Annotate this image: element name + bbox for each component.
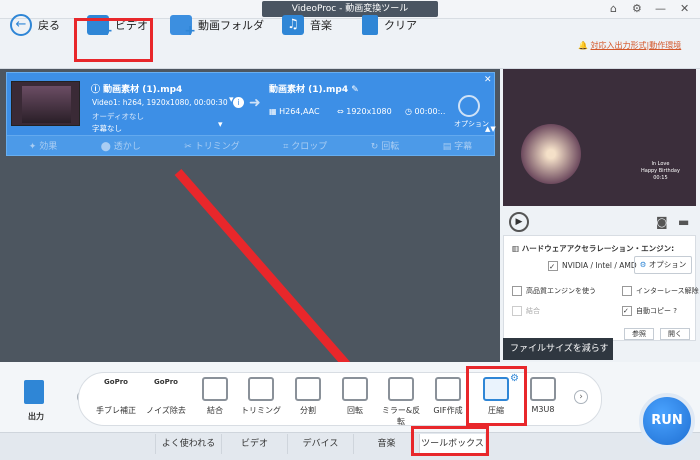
hw-accel-panel: ▥ ハードウェアアクセラレーション・エンジン: ✓ NVIDIA / Intel … [503,235,699,341]
tool-split[interactable]: 分割 [285,377,331,416]
mirror-icon [388,377,414,401]
browse-button[interactable]: 参照 [624,328,654,340]
tab-device[interactable]: デバイス [287,434,353,454]
cake-image [521,124,581,184]
tool-rotate[interactable]: 回転 [332,377,378,416]
run-button[interactable]: RUN [639,393,695,449]
open-button[interactable]: 開く [660,328,690,340]
gopro-stabilize-icon: GoPro [103,377,129,401]
highlight-compress-tool [466,366,527,426]
gopro-denoise-icon: GoPro [153,377,179,401]
tool-stabilize[interactable]: GoPro 手ブレ補正 [93,377,139,416]
hq-engine-checkbox[interactable]: 高品質エンジンを使う [512,286,596,296]
preview-caption: In Love Happy Birthday 00:15 [641,161,680,181]
hw-option-button[interactable]: ⚙ オプション [634,256,692,274]
merge-icon [202,377,228,401]
gif-icon [435,377,461,401]
tool-denoise[interactable]: GoPro ノイズ除去 [143,377,189,416]
next-tools-arrow[interactable]: › [574,390,588,404]
hw-title: ▥ ハードウェアアクセラレーション・エンジン: [512,244,675,253]
output-label: 出力 [28,412,44,421]
deinterlace-checkbox[interactable]: インターレース解除 [622,286,699,296]
highlight-toolbox-tab [411,426,489,456]
tool-gif[interactable]: GIF作成 [425,377,471,416]
tab-music[interactable]: 音楽 [353,434,419,454]
rotate-icon [342,377,368,401]
camera-icon[interactable]: ◙ [656,215,668,229]
play-icon[interactable]: ▶ [509,212,529,232]
checked-icon: ✓ [548,261,558,271]
output-icon[interactable] [24,380,48,408]
gpu-checkbox[interactable]: ✓ NVIDIA / Intel / AMD [548,261,637,271]
m3u8-icon [530,377,556,401]
video-preview: In Love Happy Birthday 00:15 [503,69,696,206]
trim-icon [248,377,274,401]
tool-merge[interactable]: 結合 [192,377,238,416]
folder-icon[interactable]: ▬ [678,215,689,229]
tool-trim[interactable]: トリミング [238,377,284,416]
compress-tooltip: ファイルサイズを減らす [503,338,613,360]
autocopy-checkbox[interactable]: ✓ 自動コピー ? [622,306,677,316]
tab-popular[interactable]: よく使われる [155,434,221,454]
tool-mirror[interactable]: ミラー&反転 [378,377,424,427]
split-icon [295,377,321,401]
merge-checkbox[interactable]: 結合 [512,306,540,316]
tab-video[interactable]: ビデオ [221,434,287,454]
